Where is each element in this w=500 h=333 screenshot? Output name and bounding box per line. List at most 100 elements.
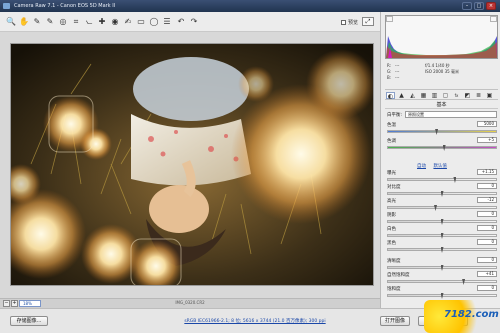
preferences-icon[interactable]: ☰ — [162, 16, 172, 27]
white-balance-select[interactable]: 原照设置 — [405, 111, 497, 118]
temperature-label: 色温 — [387, 123, 396, 128]
camera-raw-logo-icon — [3, 3, 10, 9]
color-sampler-icon[interactable]: ✎ — [45, 16, 55, 27]
shadows-slider[interactable] — [387, 219, 497, 225]
slider-thumb[interactable] — [462, 279, 466, 285]
slider-thumb[interactable] — [442, 145, 446, 151]
default-link[interactable]: 默认值 — [433, 164, 447, 169]
adjustment-brush-icon[interactable]: ✍ — [123, 16, 133, 27]
slider-thumb[interactable] — [440, 247, 444, 253]
exposure-label: 曝光 — [387, 171, 396, 176]
contrast-label: 对比度 — [387, 185, 401, 190]
white-balance-label: 白平衡: — [387, 113, 403, 118]
g-label: G: — [387, 69, 392, 74]
slider-thumb[interactable] — [440, 191, 444, 197]
split-tone-icon[interactable]: ▥ — [430, 92, 439, 99]
title-bar: Camera Raw 7.1 - Canon EOS 5D Mark II – … — [0, 0, 500, 12]
clarity-field[interactable]: 0 — [477, 257, 497, 263]
whites-label: 白色 — [387, 227, 396, 232]
exposure-field[interactable]: +1.15 — [477, 169, 497, 175]
zoom-in-button[interactable]: + — [11, 300, 18, 307]
target-adjust-icon[interactable]: ◎ — [58, 16, 68, 27]
red-eye-icon[interactable]: ◉ — [110, 16, 120, 27]
tint-slider[interactable] — [387, 145, 497, 151]
rgb-readout: R: --- G: --- B: --- f/1.4 1/40 秒 ISO 20… — [385, 61, 498, 87]
presets-icon[interactable]: ≣ — [474, 92, 483, 99]
blacks-label: 黑色 — [387, 241, 396, 246]
open-image-button[interactable]: 打开图像 — [380, 316, 410, 326]
radial-filter-icon[interactable]: ◯ — [149, 16, 159, 27]
fullscreen-button[interactable]: ⤢ — [362, 17, 374, 26]
slider-thumb[interactable] — [440, 265, 444, 271]
rotate-ccw-icon[interactable]: ↶ — [176, 16, 186, 27]
tone-curve-icon[interactable]: ▲ — [397, 92, 406, 99]
hsl-icon[interactable]: ▦ — [419, 92, 428, 99]
preview-label: 预览 — [348, 20, 359, 26]
temperature-slider[interactable] — [387, 129, 497, 135]
close-button[interactable]: × — [486, 2, 496, 10]
vibrance-slider[interactable] — [387, 279, 497, 285]
zoom-level-select[interactable]: 18% — [19, 300, 41, 307]
slider-thumb[interactable] — [440, 233, 444, 239]
zoom-out-button[interactable]: − — [3, 300, 10, 307]
hand-icon[interactable]: ✋ — [19, 16, 29, 27]
slider-thumb[interactable] — [453, 177, 457, 183]
tint-field[interactable]: +5 — [477, 137, 497, 143]
r-value: --- — [395, 63, 400, 68]
graduated-filter-icon[interactable]: ▭ — [136, 16, 146, 27]
blacks-field[interactable]: 0 — [477, 239, 497, 245]
contrast-slider[interactable] — [387, 191, 497, 197]
checkbox-icon[interactable] — [341, 20, 346, 25]
workflow-options-link[interactable]: sRGB IEC61966-2.1; 8 位; 5616 x 3744 (21.… — [160, 318, 350, 324]
highlights-field[interactable]: -12 — [477, 197, 497, 203]
panel-tabs: ◐ ▲ ◭ ▦ ▥ ▢ fx ◩ ≣ ▣ — [385, 89, 498, 100]
rotate-cw-icon[interactable]: ↷ — [189, 16, 199, 27]
slider-thumb[interactable] — [440, 293, 444, 299]
watermark-logo: 7182.com — [424, 300, 500, 333]
slider-thumb[interactable] — [440, 219, 444, 225]
auto-link[interactable]: 自动 — [417, 164, 426, 169]
camera-calibration-icon[interactable]: ◩ — [463, 92, 472, 99]
section-title: 基本 — [385, 101, 498, 109]
temperature-field[interactable]: 5000 — [477, 121, 497, 127]
save-image-button[interactable]: 存储图像... — [10, 316, 48, 326]
histogram-graph — [386, 16, 497, 58]
exposure-slider[interactable] — [387, 177, 497, 183]
whites-slider[interactable] — [387, 233, 497, 239]
watermark-text: 7182.com — [444, 309, 499, 320]
preview-checkbox[interactable]: 预览 — [341, 19, 358, 26]
tint-label: 色调 — [387, 139, 396, 144]
highlights-slider[interactable] — [387, 205, 497, 211]
zoom-icon[interactable]: 🔍 — [6, 16, 16, 27]
clarity-slider[interactable] — [387, 265, 497, 271]
g-value: --- — [395, 69, 400, 74]
white-balance-value: 原照设置 — [408, 112, 424, 117]
status-bar: − + 18% IMG_0320.CR2 — [0, 298, 380, 308]
saturation-field[interactable]: 0 — [477, 285, 497, 291]
lens-icon[interactable]: ▢ — [441, 92, 450, 99]
detail-icon[interactable]: ◭ — [408, 92, 417, 99]
adjustments-panel: R: --- G: --- B: --- f/1.4 1/40 秒 ISO 20… — [380, 12, 500, 308]
straighten-icon[interactable]: ⦦ — [84, 16, 94, 27]
minimize-button[interactable]: – — [462, 2, 472, 10]
maximize-button[interactable]: □ — [474, 2, 484, 10]
effects-icon[interactable]: fx — [452, 92, 461, 99]
whites-field[interactable]: 0 — [477, 225, 497, 231]
photo-image — [11, 44, 373, 285]
snapshots-icon[interactable]: ▣ — [485, 92, 494, 99]
vibrance-field[interactable]: +41 — [477, 271, 497, 277]
basic-tab-icon[interactable]: ◐ — [386, 92, 395, 100]
spot-removal-icon[interactable]: ✚ — [97, 16, 107, 27]
shadows-label: 阴影 — [387, 213, 396, 218]
image-canvas[interactable] — [0, 32, 380, 298]
white-balance-icon[interactable]: ✎ — [32, 16, 42, 27]
clarity-label: 清晰度 — [387, 259, 401, 264]
contrast-field[interactable]: 0 — [477, 183, 497, 189]
slider-thumb[interactable] — [434, 205, 438, 211]
slider-thumb[interactable] — [435, 129, 439, 135]
histogram — [385, 15, 498, 59]
saturation-slider[interactable] — [387, 293, 497, 299]
crop-icon[interactable]: ⌗ — [71, 16, 81, 27]
shadows-field[interactable]: 0 — [477, 211, 497, 217]
blacks-slider[interactable] — [387, 247, 497, 253]
